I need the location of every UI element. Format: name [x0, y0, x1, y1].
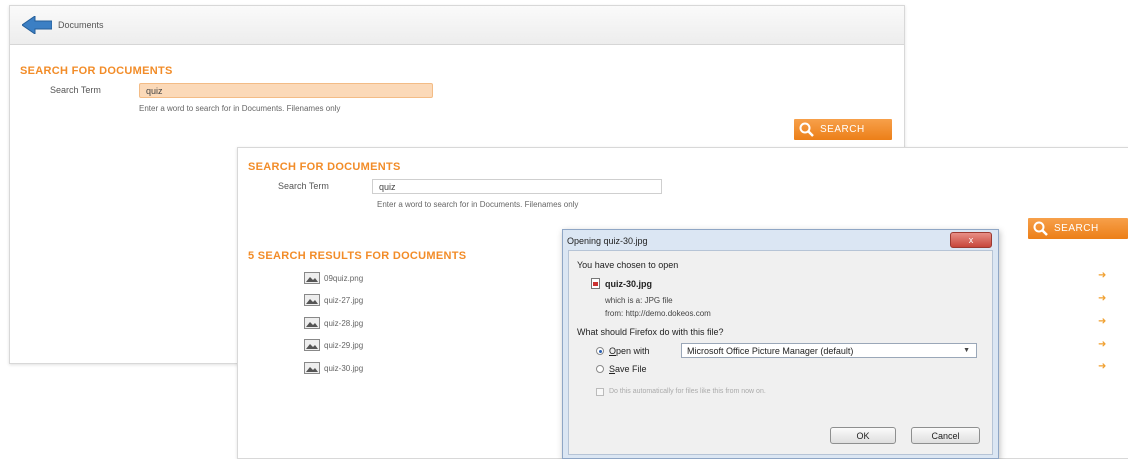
open-arrow-icon[interactable]: ➜ — [1098, 270, 1106, 281]
image-file-icon — [304, 362, 320, 374]
file-type: which is a: JPG file — [605, 296, 673, 305]
image-file-icon — [304, 272, 320, 284]
save-file-radio[interactable] — [596, 365, 604, 373]
cancel-button[interactable]: Cancel — [911, 427, 980, 444]
open-with-radio[interactable] — [596, 347, 604, 355]
open-arrow-icon[interactable]: ➜ — [1098, 339, 1106, 350]
open-with-select[interactable]: Microsoft Office Picture Manager (defaul… — [681, 343, 977, 358]
results-title: 5 SEARCH RESULTS FOR DOCUMENTS — [248, 250, 467, 262]
action-question: What should Firefox do with this file? — [577, 327, 724, 337]
result-file-name[interactable]: quiz-29.jpg — [324, 341, 363, 350]
result-file-name[interactable]: quiz-30.jpg — [324, 364, 363, 373]
top-bar: Documents — [10, 6, 904, 45]
ok-button[interactable]: OK — [830, 427, 896, 444]
close-button[interactable]: x — [950, 232, 992, 248]
auto-label: Do this automatically for files like thi… — [609, 388, 766, 395]
search-input[interactable]: quiz — [372, 179, 662, 194]
file-name: quiz-30.jpg — [605, 279, 652, 289]
image-file-icon — [304, 294, 320, 306]
open-with-mnemonic: O — [609, 346, 617, 356]
search-input[interactable]: quiz — [139, 83, 433, 98]
auto-checkbox[interactable] — [596, 388, 604, 396]
breadcrumb-documents[interactable]: Documents — [58, 20, 104, 30]
open-file-dialog: Opening quiz-30.jpg x You have chosen to… — [562, 229, 999, 459]
open-with-app: Microsoft Office Picture Manager (defaul… — [687, 346, 854, 356]
section-title: SEARCH FOR DOCUMENTS — [20, 65, 173, 77]
dialog-body: You have chosen to open quiz-30.jpg whic… — [568, 250, 993, 455]
file-icon — [591, 278, 600, 289]
section-title: SEARCH FOR DOCUMENTS — [248, 161, 401, 173]
image-file-icon — [304, 317, 320, 329]
open-arrow-icon[interactable]: ➜ — [1098, 361, 1106, 372]
magnifier-icon — [799, 122, 814, 137]
search-hint: Enter a word to search for in Documents.… — [377, 200, 579, 209]
magnifier-icon — [1033, 221, 1048, 236]
search-button-label: SEARCH — [1054, 223, 1099, 234]
dialog-title: Opening quiz-30.jpg — [567, 236, 648, 246]
open-arrow-icon[interactable]: ➜ — [1098, 316, 1106, 327]
search-button[interactable]: SEARCH — [1028, 218, 1128, 239]
save-file-label-rest: ave File — [615, 364, 647, 374]
file-source: from: http://demo.dokeos.com — [605, 309, 711, 318]
chosen-text: You have chosen to open — [577, 260, 679, 270]
result-file-name[interactable]: quiz-27.jpg — [324, 296, 363, 305]
open-arrow-icon[interactable]: ➜ — [1098, 293, 1106, 304]
image-file-icon — [304, 339, 320, 351]
result-file-name[interactable]: quiz-28.jpg — [324, 319, 363, 328]
open-with-label-rest: pen with — [616, 346, 650, 356]
result-file-name[interactable]: 09quiz.png — [324, 274, 363, 283]
search-hint: Enter a word to search for in Documents.… — [139, 104, 341, 113]
chevron-down-icon: ▼ — [963, 347, 970, 354]
search-button-label: SEARCH — [820, 124, 865, 135]
back-arrow-icon[interactable] — [22, 16, 52, 34]
open-with-label[interactable]: Open with — [609, 346, 650, 356]
search-term-label: Search Term — [278, 181, 329, 191]
save-file-label[interactable]: Save File — [609, 364, 647, 374]
search-button[interactable]: SEARCH — [794, 119, 892, 140]
search-term-label: Search Term — [50, 85, 101, 95]
